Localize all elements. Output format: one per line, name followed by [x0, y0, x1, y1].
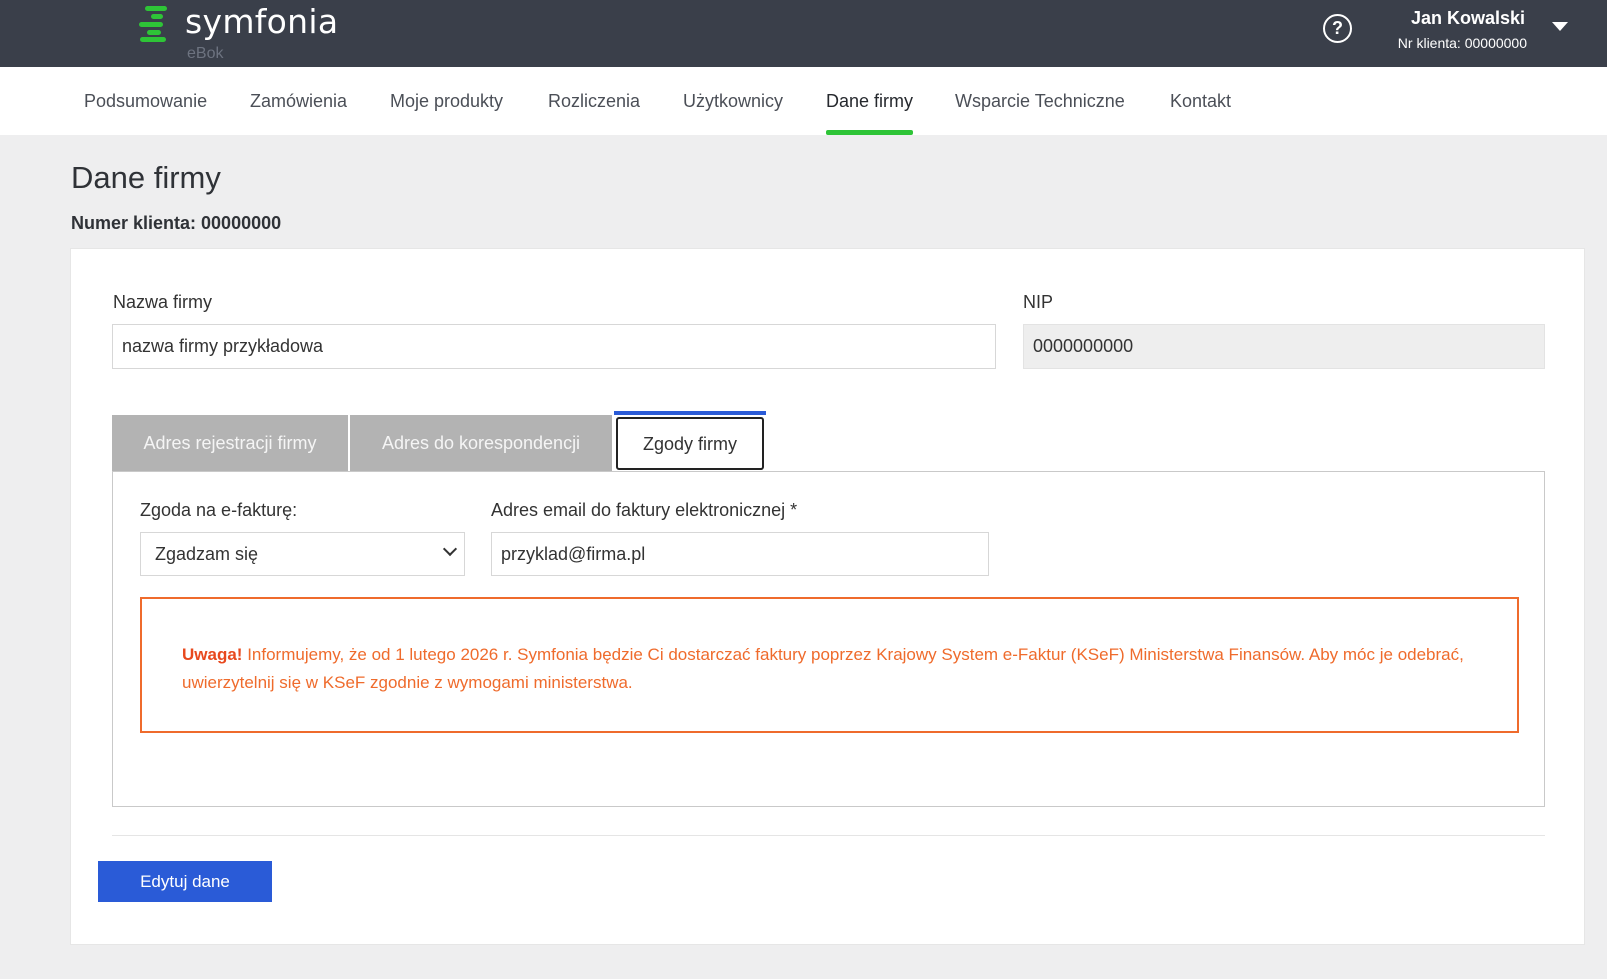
nav-item-uzytkownicy[interactable]: Użytkownicy — [683, 67, 783, 135]
symfonia-logo[interactable]: symfonia eBok — [137, 2, 347, 64]
nav-item-zamowienia[interactable]: Zamówienia — [250, 67, 347, 135]
company-name-input[interactable] — [112, 324, 996, 369]
company-name-label: Nazwa firmy — [113, 292, 213, 312]
alert-message: Informujemy, że od 1 lutego 2026 r. Symf… — [182, 645, 1464, 692]
top-bar: symfonia eBok ? Jan Kowalski Nr klienta:… — [0, 0, 1607, 67]
logo-wordmark: symfonia — [185, 2, 339, 41]
client-number: Numer klienta: 00000000 — [71, 213, 282, 233]
chevron-down-icon[interactable] — [1552, 22, 1568, 31]
active-tab-indicator — [614, 411, 766, 415]
symfonia-logo-icon — [137, 6, 171, 42]
user-name[interactable]: Jan Kowalski — [1411, 8, 1525, 29]
alert-title: Uwaga! — [182, 645, 243, 664]
tab-zgody-firmy[interactable]: Zgody firmy — [616, 417, 764, 470]
nav-item-podsumowanie[interactable]: Podsumowanie — [84, 67, 207, 135]
user-client-number: Nr klienta: 00000000 — [1397, 35, 1527, 51]
question-circle-icon[interactable]: ? — [1323, 14, 1352, 43]
ksef-alert: Uwaga! Informujemy, że od 1 lutego 2026 … — [140, 597, 1519, 733]
nav-item-dane-firmy[interactable]: Dane firmy — [826, 67, 914, 135]
nav-item-moje-produkty[interactable]: Moje produkty — [390, 67, 503, 135]
page-title: Dane firmy — [71, 160, 221, 195]
einvoice-email-input[interactable] — [491, 532, 989, 576]
nip-input — [1023, 324, 1545, 369]
einvoice-consent-select[interactable]: Zgadzam się — [140, 532, 465, 576]
nav-item-rozliczenia[interactable]: Rozliczenia — [548, 67, 640, 135]
logo-subtitle: eBok — [187, 45, 224, 62]
einvoice-consent-label: Zgoda na e-fakturę: — [140, 500, 298, 520]
nav-item-wsparcie-techniczne[interactable]: Wsparcie Techniczne — [955, 67, 1125, 135]
einvoice-email-label: Adres email do faktury elektronicznej * — [491, 500, 798, 520]
main-nav: Podsumowanie Zamówienia Moje produkty Ro… — [0, 67, 1607, 135]
divider — [112, 835, 1545, 836]
edit-data-button[interactable]: Edytuj dane — [98, 861, 272, 902]
einvoice-consent-value: Zgadzam się — [155, 544, 259, 564]
nav-item-kontakt[interactable]: Kontakt — [1170, 67, 1231, 135]
tab-adres-rejestracji[interactable]: Adres rejestracji firmy — [112, 415, 348, 472]
chevron-down-icon — [442, 541, 458, 557]
nip-label: NIP — [1023, 292, 1054, 312]
tab-adres-korespondencji[interactable]: Adres do korespondencji — [350, 415, 612, 472]
